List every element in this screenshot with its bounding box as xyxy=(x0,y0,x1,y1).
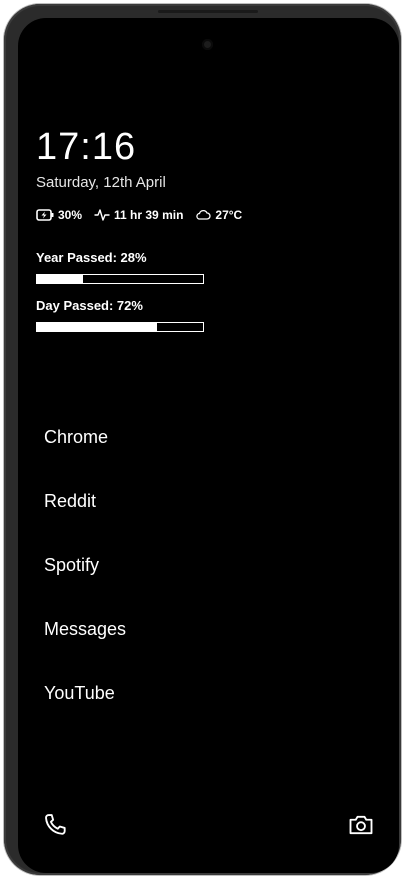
day-progress-fill xyxy=(37,323,157,331)
phone-frame: 17:16 Saturday, 12th April 30% 11 hr 39 … xyxy=(4,4,401,875)
app-list: Chrome Reddit Spotify Messages YouTube xyxy=(44,426,126,746)
battery-value: 30% xyxy=(58,208,83,222)
activity-icon xyxy=(94,209,110,221)
cloud-icon xyxy=(196,209,211,220)
app-item-chrome[interactable]: Chrome xyxy=(44,426,126,490)
screen-time-status[interactable]: 11 hr 39 min xyxy=(94,208,183,222)
day-progress-bar xyxy=(36,322,204,332)
year-progress-bar xyxy=(36,274,204,284)
front-camera xyxy=(202,39,213,50)
app-item-reddit[interactable]: Reddit xyxy=(44,490,126,554)
app-item-spotify[interactable]: Spotify xyxy=(44,554,126,618)
year-progress-fill xyxy=(37,275,84,283)
app-item-youtube[interactable]: YouTube xyxy=(44,682,126,746)
status-row: 30% 11 hr 39 min 27°C xyxy=(36,208,254,222)
day-progress-label: Day Passed: 72% xyxy=(36,298,143,313)
year-progress-label: Year Passed: 28% xyxy=(36,250,147,265)
screen-time-value: 11 hr 39 min xyxy=(114,208,184,222)
app-item-messages[interactable]: Messages xyxy=(44,618,126,682)
earpiece-strip xyxy=(158,10,258,13)
battery-status[interactable]: 30% xyxy=(36,208,82,222)
battery-charging-icon xyxy=(36,209,54,221)
weather-status[interactable]: 27°C xyxy=(195,208,242,222)
clock-date[interactable]: Saturday, 12th April xyxy=(36,174,166,191)
home-screen: 17:16 Saturday, 12th April 30% 11 hr 39 … xyxy=(18,18,399,873)
phone-icon[interactable] xyxy=(40,810,70,840)
camera-icon[interactable] xyxy=(346,810,376,840)
weather-value: 27°C xyxy=(215,208,243,222)
clock-time[interactable]: 17:16 xyxy=(36,124,136,170)
